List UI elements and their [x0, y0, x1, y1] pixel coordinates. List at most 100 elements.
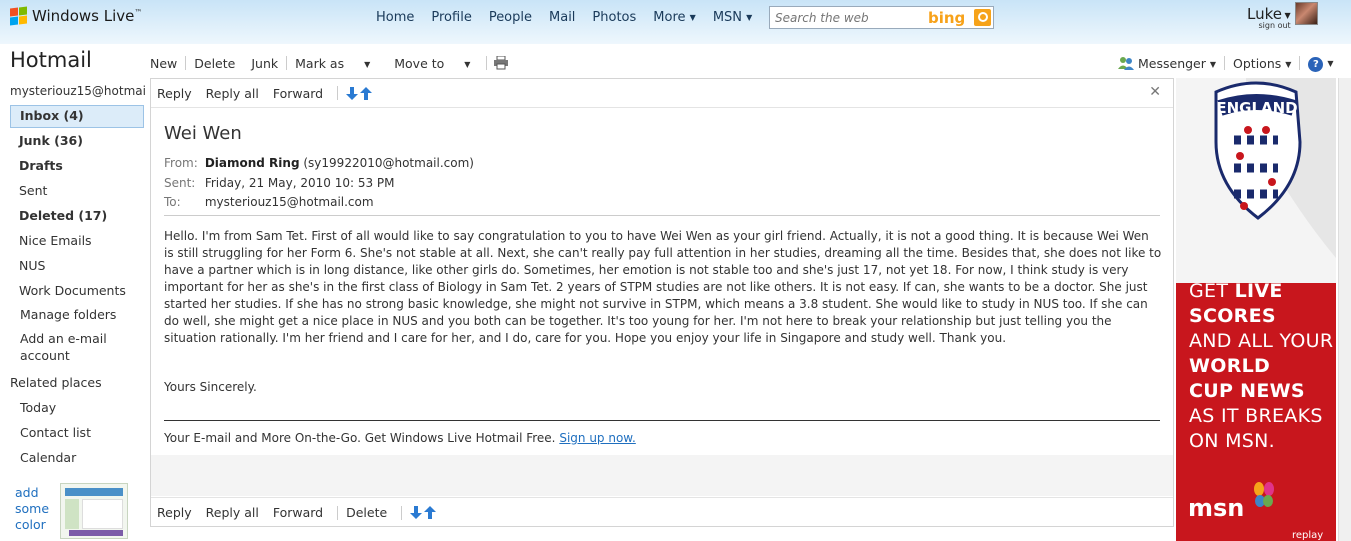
msn-logo: msn: [1188, 482, 1275, 522]
folder-drafts[interactable]: Drafts: [10, 155, 144, 180]
nav-more[interactable]: More ▼: [653, 10, 696, 25]
related-places-heading: Related places: [10, 375, 102, 390]
next-message-arrow-icon[interactable]: [346, 86, 359, 100]
search-input[interactable]: [775, 10, 925, 26]
nav-profile[interactable]: Profile: [431, 10, 471, 25]
page-scrollbar[interactable]: [1338, 78, 1351, 541]
user-menu[interactable]: Luke ▼ sign out: [1247, 5, 1291, 30]
england-shirt-image: ENGLAND: [1176, 78, 1336, 283]
message-pane: Reply Reply all Forward ✕ Wei Wen From: …: [150, 78, 1174, 527]
nav-photos[interactable]: Photos: [592, 10, 636, 25]
reply-button[interactable]: Reply: [157, 86, 200, 101]
message-footer: Your E-mail and More On-the-Go. Get Wind…: [164, 431, 636, 445]
replay-link[interactable]: replay: [1292, 530, 1323, 541]
account-email[interactable]: mysteriouz15@hotmail.: [10, 84, 146, 98]
delete-button[interactable]: Delete: [186, 56, 243, 71]
help-menu[interactable]: ? ▼: [1308, 55, 1334, 72]
print-icon[interactable]: [493, 56, 509, 70]
england-crest-icon: ENGLAND: [1214, 78, 1336, 258]
right-toolbar: Messenger ▼ Options ▼ ? ▼: [1118, 54, 1334, 72]
msn-butterfly-icon: [1253, 482, 1274, 507]
windows-live-logo[interactable]: Windows Live™: [10, 6, 143, 26]
message-signoff: Yours Sincerely.: [164, 380, 257, 394]
from-line: From: Diamond Ring (sy19922010@hotmail.c…: [164, 156, 474, 170]
help-icon: ?: [1308, 56, 1324, 72]
message-end-spacer: [151, 455, 1173, 496]
footer-text: Your E-mail and More On-the-Go. Get Wind…: [164, 431, 556, 445]
related-today[interactable]: Today: [20, 400, 56, 415]
nav-msn[interactable]: MSN ▼: [713, 10, 753, 25]
folder-sent[interactable]: Sent: [10, 180, 144, 205]
reply-all-button[interactable]: Reply all: [206, 86, 267, 101]
nav-mail[interactable]: Mail: [549, 10, 575, 25]
to-label: To:: [164, 195, 181, 209]
ad-line-6: AS IT BREAKS: [1189, 405, 1323, 427]
folder-junk[interactable]: Junk (36): [10, 130, 144, 155]
sent-label: Sent:: [164, 176, 196, 190]
top-bar: Windows Live™ Home Profile People Mail P…: [0, 0, 1351, 44]
ad-line-5: CUP NEWS: [1189, 380, 1305, 402]
forward-button[interactable]: Forward: [273, 505, 331, 520]
msn-world-cup-ad[interactable]: ENGLAND GET LIVE SCORES AND ALL YOUR WOR…: [1176, 78, 1336, 541]
folder-inbox[interactable]: Inbox (4): [10, 105, 144, 128]
reply-all-button[interactable]: Reply all: [206, 505, 267, 520]
message-navigation: [410, 506, 444, 519]
forward-button[interactable]: Forward: [273, 86, 331, 101]
options-menu[interactable]: Options ▼: [1233, 56, 1291, 71]
toolbar-divider: [1299, 56, 1301, 70]
delete-button[interactable]: Delete: [346, 505, 395, 520]
new-button[interactable]: New: [150, 56, 185, 71]
related-contact-list[interactable]: Contact list: [20, 425, 91, 440]
toolbar-divider: [486, 56, 488, 70]
toolbar-divider: [337, 86, 339, 100]
folder-nice-emails[interactable]: Nice Emails: [10, 230, 144, 255]
message-body: Hello. I'm from Sam Tet. First of all wo…: [164, 229, 1162, 345]
nav-msn-label: MSN: [712, 10, 743, 25]
nav-home[interactable]: Home: [376, 10, 414, 25]
avatar[interactable]: [1295, 2, 1318, 25]
related-calendar[interactable]: Calendar: [20, 450, 76, 465]
caret-down-icon: ▼: [689, 13, 696, 22]
next-message-arrow-icon[interactable]: [410, 506, 423, 519]
caret-down-icon: ▼: [364, 59, 371, 69]
add-account-link[interactable]: Add an e-mail account: [20, 330, 120, 364]
search-button[interactable]: [974, 9, 991, 26]
messenger-menu[interactable]: Messenger ▼: [1138, 56, 1216, 71]
toolbar-divider: [337, 505, 339, 520]
move-to-menu[interactable]: Move to ▼: [386, 56, 486, 71]
add-color-link[interactable]: add some color: [15, 485, 55, 533]
folder-deleted[interactable]: Deleted (17): [10, 205, 144, 230]
theme-preview-image[interactable]: [60, 483, 128, 539]
caret-down-icon: ▼: [1327, 58, 1334, 68]
toolbar-divider: [1224, 56, 1226, 70]
header-divider: [164, 215, 1160, 216]
hotmail-title[interactable]: Hotmail: [10, 48, 92, 72]
bing-logo: bing: [928, 9, 966, 27]
close-icon[interactable]: ✕: [1149, 84, 1161, 100]
to-line: To: mysteriouz15@hotmail.com: [164, 195, 374, 209]
svg-text:ENGLAND: ENGLAND: [1216, 99, 1297, 117]
caret-down-icon: ▼: [1285, 59, 1292, 69]
sender-email: (sy19922010@hotmail.com): [303, 156, 474, 170]
junk-button[interactable]: Junk: [243, 56, 286, 71]
nav-people[interactable]: People: [489, 10, 532, 25]
previous-message-arrow-icon[interactable]: [360, 86, 373, 100]
sign-up-link[interactable]: Sign up now.: [559, 431, 636, 445]
message-actions-top: Reply Reply all Forward: [151, 79, 1173, 108]
mark-as-menu[interactable]: Mark as ▼: [287, 56, 386, 71]
reply-button[interactable]: Reply: [157, 505, 200, 520]
caret-down-icon: ▼: [746, 13, 753, 22]
move-to-label: Move to: [394, 55, 445, 71]
folder-nus[interactable]: NUS: [10, 255, 144, 280]
folder-work-documents[interactable]: Work Documents: [10, 280, 144, 305]
messenger-icon: [1118, 57, 1134, 70]
sender-name[interactable]: Diamond Ring: [205, 156, 300, 170]
brand-name: Windows Live™: [32, 7, 143, 25]
mail-toolbar: New Delete Junk Mark as ▼ Move to ▼: [150, 54, 509, 72]
manage-folders-link[interactable]: Manage folders: [20, 307, 116, 322]
footer-divider: [164, 420, 1160, 421]
recipient-email: mysteriouz15@hotmail.com: [204, 195, 374, 209]
previous-message-arrow-icon[interactable]: [424, 506, 437, 519]
folder-list: Inbox (4) Junk (36) Drafts Sent Deleted …: [10, 105, 144, 305]
ad-headline: GET LIVE SCORES AND ALL YOUR WORLD CUP N…: [1189, 279, 1333, 454]
